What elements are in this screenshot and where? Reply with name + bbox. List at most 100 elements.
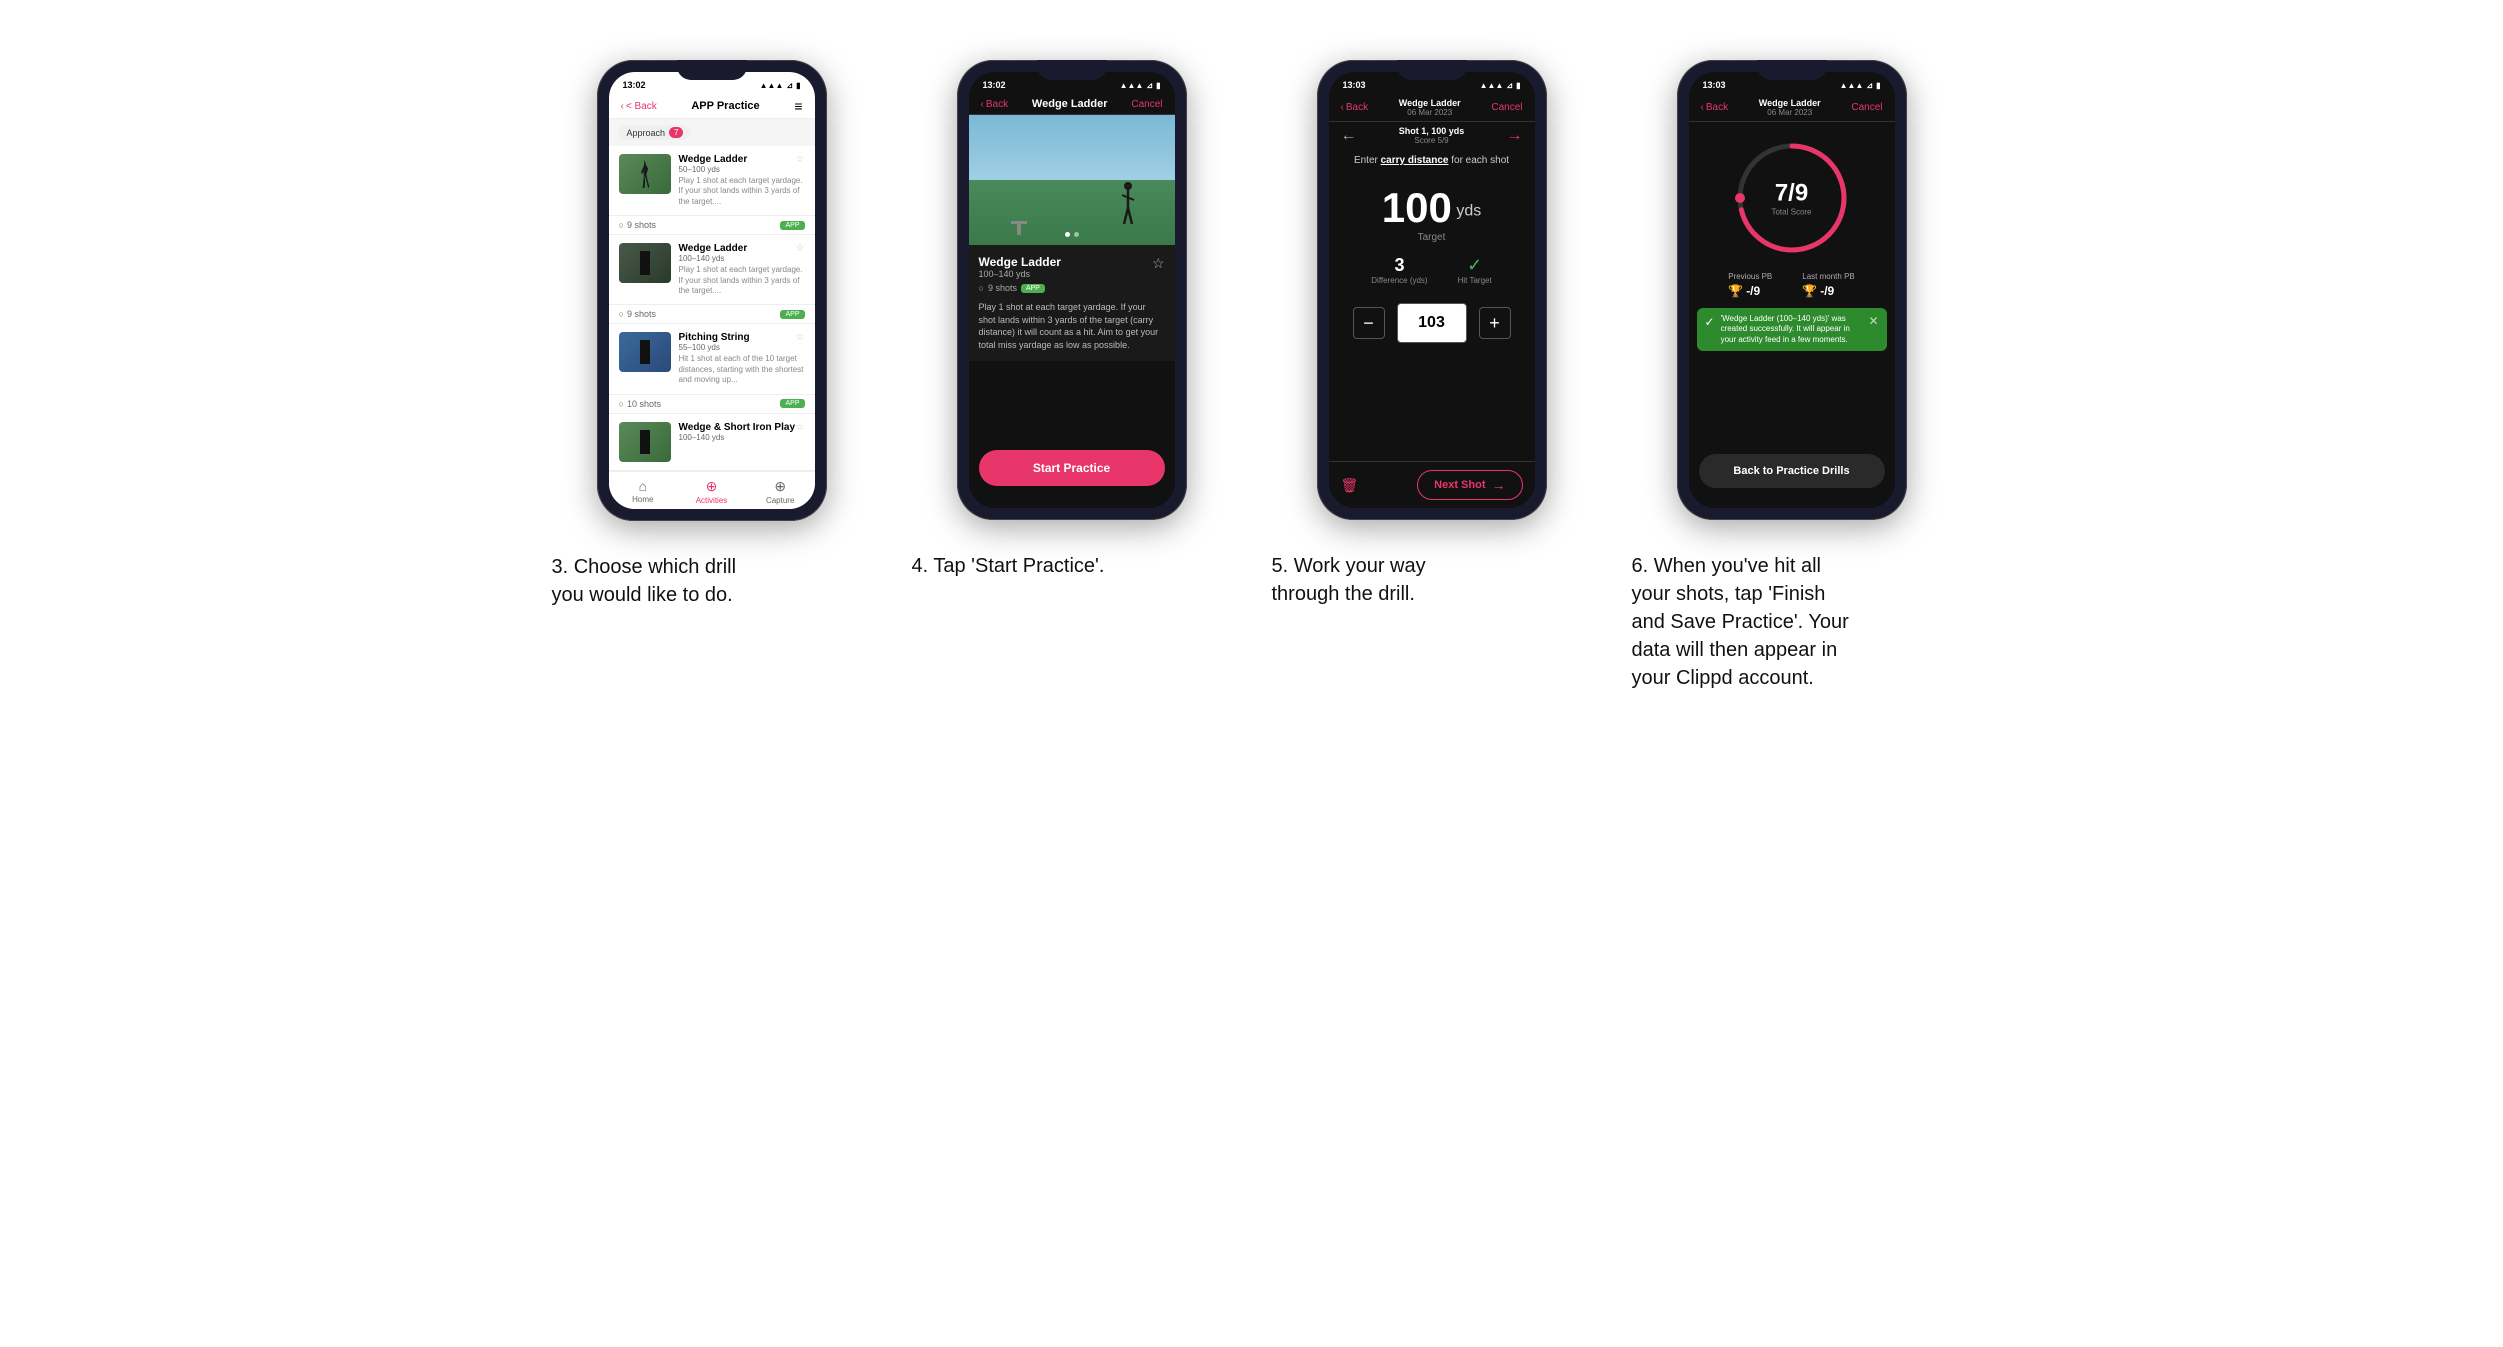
content-area3: Approach 7 [609, 119, 815, 471]
previous-pb: Previous PB 🏆 -/9 [1728, 272, 1772, 298]
distance-input[interactable]: 103 [1397, 303, 1467, 343]
shot-info: Shot 1, 100 yds Score 5/9 [1399, 126, 1465, 145]
plus-btn[interactable]: + [1479, 307, 1511, 339]
star-3[interactable]: ☆ [796, 332, 805, 343]
phone5-frame: 13:03 ▲▲▲ ⊿ ▮ ‹ Back Wedge Ladder [1317, 60, 1547, 520]
target-basket [1009, 217, 1029, 237]
next-shot-nav-btn[interactable]: → [1507, 127, 1523, 145]
wifi-icon5: ⊿ [1506, 81, 1513, 90]
clock-icon-3: ○ [619, 399, 624, 409]
nav-title5: Wedge Ladder 06 Mar 2023 [1399, 98, 1461, 117]
next-shot-btn[interactable]: Next Shot → [1417, 470, 1522, 500]
drill-title-3: Pitching String [679, 332, 750, 343]
step5-column: 13:03 ▲▲▲ ⊿ ▮ ‹ Back Wedge Ladder [1272, 60, 1592, 608]
status-icons4: ▲▲▲ ⊿ ▮ [1120, 81, 1161, 90]
minus-btn[interactable]: − [1353, 307, 1385, 339]
score-fraction: 7/9 [1771, 180, 1811, 208]
bottom-nav-activities[interactable]: ⊕ Activities [677, 478, 746, 505]
score-circle: 7/9 Total Score [1732, 138, 1852, 258]
nav-title3: APP Practice [691, 100, 759, 112]
app-badge4: APP [1021, 284, 1045, 293]
time5: 13:03 [1343, 80, 1366, 90]
drill-range-4: 100–140 yds [679, 433, 805, 442]
cancel-btn4[interactable]: Cancel [1131, 99, 1162, 110]
back-arrow5: ‹ [1341, 102, 1344, 113]
star-card4[interactable]: ☆ [1152, 255, 1165, 272]
trash-btn[interactable]: 🗑 [1341, 477, 1359, 494]
back-to-drills-btn[interactable]: Back to Practice Drills [1699, 454, 1885, 488]
drill-card4: Wedge Ladder 100–140 yds ☆ ○ 9 shots APP… [969, 245, 1175, 361]
back-btn6[interactable]: ‹ Back [1701, 102, 1729, 113]
drill-title-1: Wedge Ladder [679, 154, 748, 165]
shots-label-1: ○ 9 shots [619, 220, 656, 230]
back-btn5[interactable]: ‹ Back [1341, 102, 1369, 113]
drill-card-shots4: ○ 9 shots APP [979, 283, 1165, 293]
drill-range-2: 100–140 yds [679, 254, 805, 263]
drill-thumb-4 [619, 422, 671, 462]
wifi-icon3: ⊿ [786, 81, 793, 90]
drill-item-4[interactable]: Wedge & Short Iron Play ☆ 100–140 yds [609, 414, 815, 471]
spacer4 [969, 361, 1175, 440]
nav-title6-line1: Wedge Ladder [1759, 98, 1821, 108]
golfer-figure [1116, 180, 1140, 230]
back-btn3[interactable]: ‹ < Back [621, 101, 657, 112]
bottom-nav-home[interactable]: ⌂ Home [609, 478, 678, 505]
drill-info-2: Wedge Ladder ☆ 100–140 yds Play 1 shot a… [679, 243, 805, 296]
star-4[interactable]: ☆ [796, 422, 805, 433]
signal-icon3: ▲▲▲ [760, 81, 784, 90]
battery-icon6: ▮ [1876, 81, 1880, 90]
caption4: 4. Tap 'Start Practice'. [912, 552, 1105, 580]
category-label3: Approach [627, 128, 666, 138]
battery-icon4: ▮ [1156, 81, 1160, 90]
success-close-btn[interactable]: ✕ [1868, 314, 1878, 328]
spacer5 [1329, 353, 1535, 461]
notch3 [677, 60, 747, 80]
menu-btn3[interactable]: ≡ [794, 98, 802, 114]
cancel-btn5[interactable]: Cancel [1491, 102, 1522, 113]
phone3-frame: 13:02 ▲▲▲ ⊿ ▮ ‹ < Back APP Practice ≡ [597, 60, 827, 521]
difference-value: 3 [1371, 255, 1427, 276]
drill-range-1: 50–100 yds [679, 165, 805, 174]
category-tag3: Approach 7 [619, 125, 692, 140]
drill-info-3: Pitching String ☆ 55–100 yds Hit 1 shot … [679, 332, 805, 385]
target-display: 100 yds Target [1329, 172, 1535, 247]
nav-title-line1: Wedge Ladder [1399, 98, 1461, 108]
nav-bar6: ‹ Back Wedge Ladder 06 Mar 2023 Cancel [1689, 94, 1895, 122]
shots-label-3: ○ 10 shots [619, 399, 661, 409]
status-icons5: ▲▲▲ ⊿ ▮ [1480, 81, 1521, 90]
stats-row: 3 Difference (yds) ✓ Hit Target [1329, 247, 1535, 293]
bottom-nav-capture[interactable]: ⊕ Capture [746, 478, 815, 505]
drill-thumb-2 [619, 243, 671, 283]
prev-shot-btn[interactable]: ← [1341, 127, 1357, 145]
clock-icon-2: ○ [619, 309, 624, 319]
notch6 [1757, 60, 1827, 80]
drill-item-2[interactable]: Wedge Ladder ☆ 100–140 yds Play 1 shot a… [609, 235, 815, 324]
score-numerator: 7 [1775, 180, 1788, 207]
pb-row: Previous PB 🏆 -/9 Last month PB 🏆 -/9 [1689, 266, 1895, 304]
drill-card-title4: Wedge Ladder [979, 255, 1061, 269]
shot-label: Shot 1, 100 yds [1399, 126, 1465, 136]
drill-item-3[interactable]: Pitching String ☆ 55–100 yds Hit 1 shot … [609, 324, 815, 413]
cancel-btn6[interactable]: Cancel [1851, 102, 1882, 113]
back-arrow6: ‹ [1701, 102, 1704, 113]
success-text: 'Wedge Ladder (100–140 yds)' was created… [1721, 314, 1863, 345]
start-practice-btn[interactable]: Start Practice [979, 450, 1165, 486]
app-badge-2: APP [780, 310, 804, 319]
back-btn4[interactable]: ‹ Back [981, 99, 1009, 110]
app-badge-1: APP [780, 221, 804, 230]
hit-target-label: Hit Target [1458, 276, 1492, 285]
difference-label: Difference (yds) [1371, 276, 1427, 285]
drill-thumb-3 [619, 332, 671, 372]
score-text: 7/9 Total Score [1771, 180, 1811, 217]
shot-header: ← Shot 1, 100 yds Score 5/9 → [1329, 122, 1535, 149]
star-1[interactable]: ☆ [796, 154, 805, 165]
time3: 13:02 [623, 80, 646, 90]
drill-item-1[interactable]: Wedge Ladder ☆ 50–100 yds Play 1 shot at… [609, 146, 815, 235]
star-2[interactable]: ☆ [796, 243, 805, 254]
capture-icon: ⊕ [774, 478, 786, 495]
shots-label-2: ○ 9 shots [619, 309, 656, 319]
activities-label: Activities [696, 496, 728, 505]
nav-title4: Wedge Ladder [1032, 98, 1108, 110]
notch4 [1037, 60, 1107, 80]
back-arrow3: ‹ [621, 101, 624, 112]
